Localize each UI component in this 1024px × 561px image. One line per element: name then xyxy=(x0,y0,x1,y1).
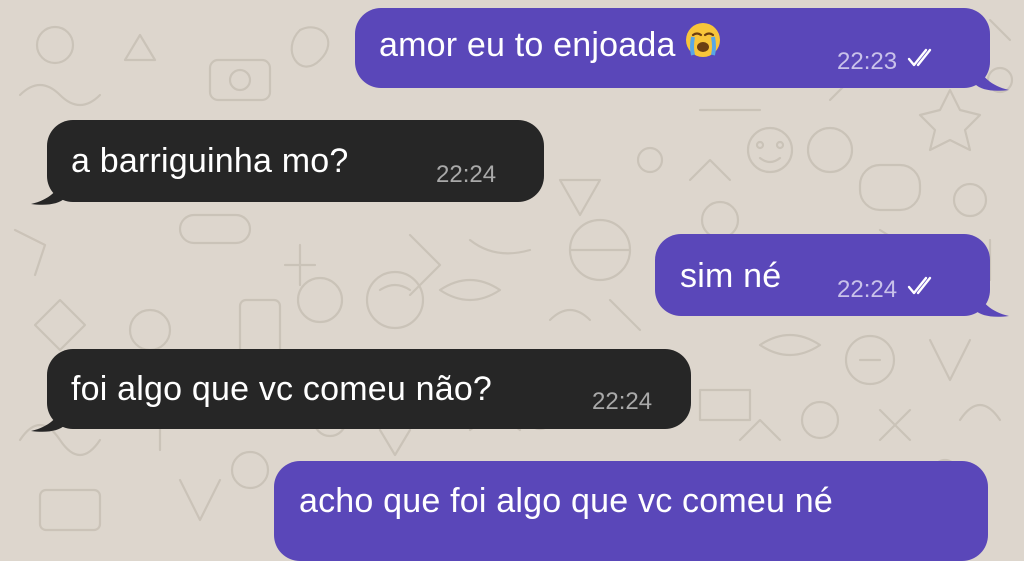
bubble-tail xyxy=(31,176,65,205)
message-text: amor eu to enjoada xyxy=(379,22,722,68)
message-bubble-outgoing[interactable]: amor eu to enjoada 22:23 xyxy=(355,8,990,88)
bubble-tail xyxy=(31,403,65,432)
message-text: a barriguinha mo? xyxy=(71,142,349,180)
message-text: acho que foi algo que vc comeu né xyxy=(299,482,833,520)
message-timestamp: 22:24 xyxy=(436,161,497,188)
loudly-crying-face-icon xyxy=(684,21,722,68)
double-check-icon xyxy=(907,47,941,75)
message-text: foi algo que vc comeu não? xyxy=(71,370,493,408)
message-timestamp: 22:24 xyxy=(592,388,653,415)
message-bubble-outgoing[interactable]: sim né 22:24 xyxy=(655,234,990,316)
message-timestamp: 22:23 xyxy=(837,48,941,76)
message-timestamp: 22:24 xyxy=(837,276,941,304)
message-bubble-incoming[interactable]: a barriguinha mo? 22:24 xyxy=(47,120,544,202)
bubble-tail xyxy=(975,62,1009,91)
message-text: sim né xyxy=(680,257,782,295)
message-bubble-incoming[interactable]: foi algo que vc comeu não? 22:24 xyxy=(47,349,691,429)
double-check-icon xyxy=(907,275,941,303)
message-bubble-outgoing[interactable]: acho que foi algo que vc comeu né xyxy=(274,461,988,561)
bubble-tail xyxy=(975,288,1009,317)
